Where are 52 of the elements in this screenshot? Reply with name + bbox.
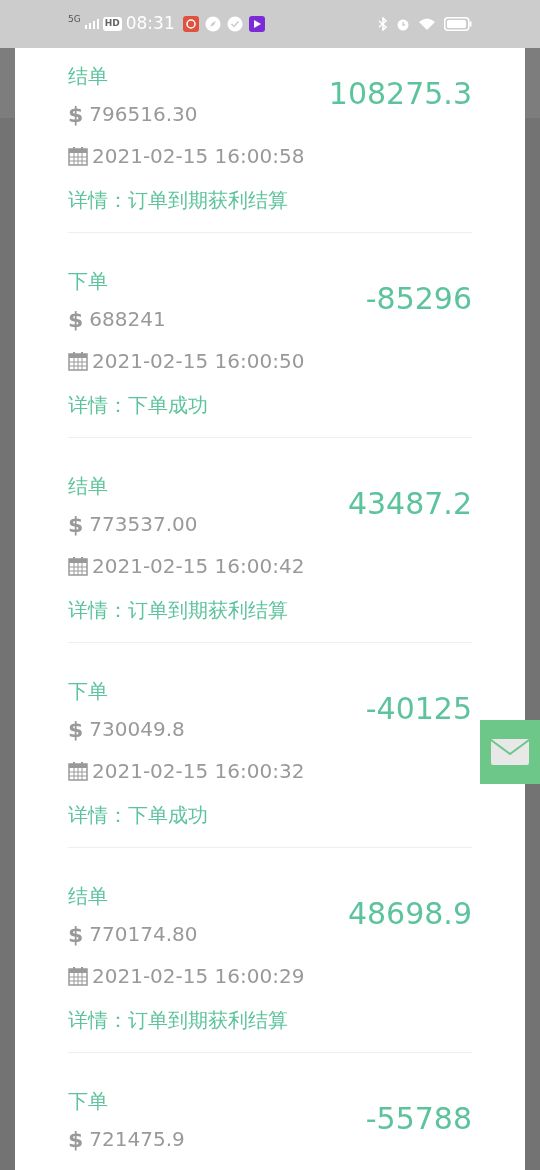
mail-button[interactable] (480, 720, 540, 784)
amount: -40125 (365, 691, 472, 727)
balance-value: 730049.8 (89, 716, 185, 743)
balance-value: 796516.30 (89, 101, 198, 128)
balance-value: 773537.00 (89, 511, 198, 538)
alarm-icon (396, 17, 410, 31)
hd-badge: HD (102, 17, 122, 31)
app-icon (182, 16, 199, 32)
currency-sign: $ (68, 305, 84, 334)
calendar-icon (68, 351, 88, 371)
record-detail: 详情：订单到期获利结算 (68, 598, 289, 622)
record-time: 2021-02-15 16:00:50 (92, 348, 305, 375)
wifi-icon (418, 17, 436, 31)
record-detail: 详情：订单到期获利结算 (68, 1008, 289, 1032)
calendar-icon (68, 146, 88, 166)
amount: 48698.9 (347, 896, 472, 932)
record-time: 2021-02-15 16:00:32 (92, 758, 305, 785)
record-type: 下单 (68, 679, 109, 703)
balance-value: 688241 (89, 306, 166, 333)
amount: 108275.3 (328, 76, 472, 112)
record-time: 2021-02-15 16:00:42 (92, 553, 305, 580)
bluetooth-icon (378, 17, 388, 31)
compass-icon (204, 16, 221, 32)
check-icon (226, 16, 243, 32)
mail-icon (490, 738, 530, 766)
record-type: 结单 (68, 884, 109, 908)
record-type: 结单 (68, 64, 109, 88)
currency-sign: $ (68, 510, 84, 539)
record-type: 结单 (68, 474, 109, 498)
record-time: 2021-02-15 16:00:58 (92, 143, 305, 170)
balance-value: 770174.80 (89, 921, 198, 948)
calendar-icon (68, 556, 88, 576)
currency-sign: $ (68, 715, 84, 744)
record-type: 下单 (68, 1089, 109, 1113)
calendar-icon (68, 761, 88, 781)
amount: 43487.2 (347, 486, 472, 522)
signal-icon (84, 19, 99, 29)
video-app-icon (248, 16, 265, 32)
currency-sign: $ (68, 1125, 84, 1154)
record-detail: 详情：下单成功 (68, 393, 209, 417)
battery-icon (444, 17, 472, 31)
network-label: 5G (68, 13, 81, 27)
amount: -85296 (365, 281, 472, 317)
record-detail: 详情：下单成功 (68, 803, 209, 827)
currency-sign: $ (68, 100, 84, 129)
record-detail: 详情：订单到期获利结算 (68, 188, 289, 212)
record-type: 下单 (68, 269, 109, 293)
amount: -55788 (365, 1101, 472, 1137)
currency-sign: $ (68, 920, 84, 949)
record-time: 2021-02-15 16:00:29 (92, 963, 305, 990)
balance-value: 721475.9 (89, 1126, 185, 1153)
calendar-icon (68, 966, 88, 986)
